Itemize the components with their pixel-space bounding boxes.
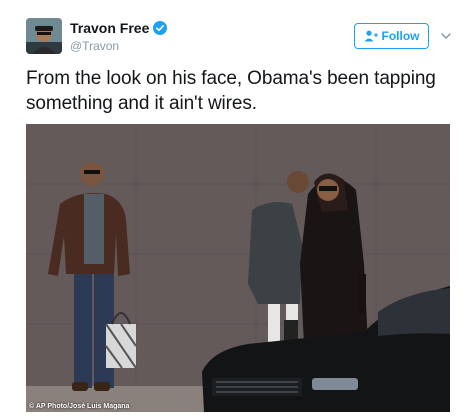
user-handle[interactable]: @Travon <box>70 39 119 53</box>
display-name[interactable]: Travon Free <box>70 20 149 36</box>
photo-illustration <box>26 124 450 412</box>
chevron-down-icon[interactable] <box>440 30 452 42</box>
add-user-icon <box>364 30 378 42</box>
user-avatar[interactable] <box>26 18 62 54</box>
tweet-text: From the look on his face, Obama's been … <box>26 68 436 114</box>
tweet-photo[interactable]: © AP Photo/José Luis Magana <box>26 124 450 412</box>
name-row: Travon Free <box>70 20 168 36</box>
verified-badge-icon <box>153 21 168 35</box>
avatar-image <box>26 18 62 54</box>
photo-credit: © AP Photo/José Luis Magana <box>29 403 130 410</box>
follow-label: Follow <box>381 29 420 43</box>
tweet-card: Travon Free @Travon Follow From the look… <box>0 0 474 418</box>
follow-button[interactable]: Follow <box>354 23 429 49</box>
